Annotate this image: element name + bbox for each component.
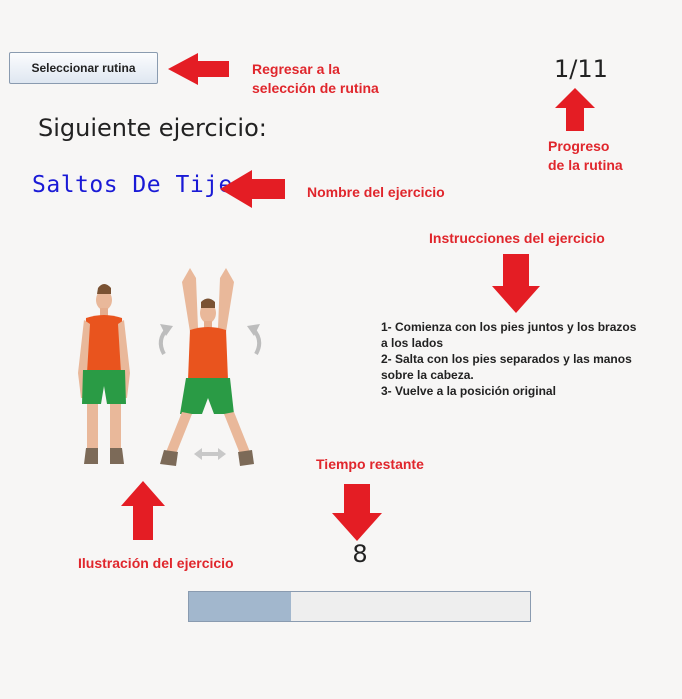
time-progress-bar: [188, 591, 531, 622]
instruction-step: 3- Vuelve a la posición original: [381, 384, 556, 398]
routine-progress: 1/11: [554, 55, 608, 83]
instruction-step: 2- Salta con los pies separados y las ma…: [381, 352, 632, 382]
annotation-back: Regresar a la selección de rutina: [252, 61, 379, 96]
annotation-progress: Progreso de la rutina: [548, 138, 623, 173]
next-exercise-label: Siguiente ejercicio:: [38, 114, 267, 142]
arrow-to-timer: [332, 484, 382, 541]
standing-figure: [78, 284, 130, 464]
exercise-instructions: 1- Comienza con los pies juntos y los br…: [381, 319, 646, 399]
select-routine-button[interactable]: Seleccionar rutina: [9, 52, 158, 84]
annotation-instructions: Instrucciones del ejercicio: [429, 230, 605, 246]
instruction-step: 1- Comienza con los pies juntos y los br…: [381, 320, 637, 350]
arrow-to-illustration: [121, 481, 165, 540]
time-remaining: 8: [352, 540, 368, 568]
arrow-to-progress: [555, 88, 595, 131]
annotation-name: Nombre del ejercicio: [307, 184, 445, 200]
annotation-time: Tiempo restante: [316, 456, 424, 472]
exercise-illustration: [78, 268, 262, 466]
time-progress-fill: [189, 592, 292, 621]
arrow-to-instructions: [492, 254, 540, 313]
annotation-illustration: Ilustración del ejercicio: [78, 555, 234, 571]
jumping-figure: [160, 268, 254, 466]
exercise-name: Saltos De Tijera: [32, 172, 262, 198]
arrow-to-back-button: [168, 53, 229, 85]
